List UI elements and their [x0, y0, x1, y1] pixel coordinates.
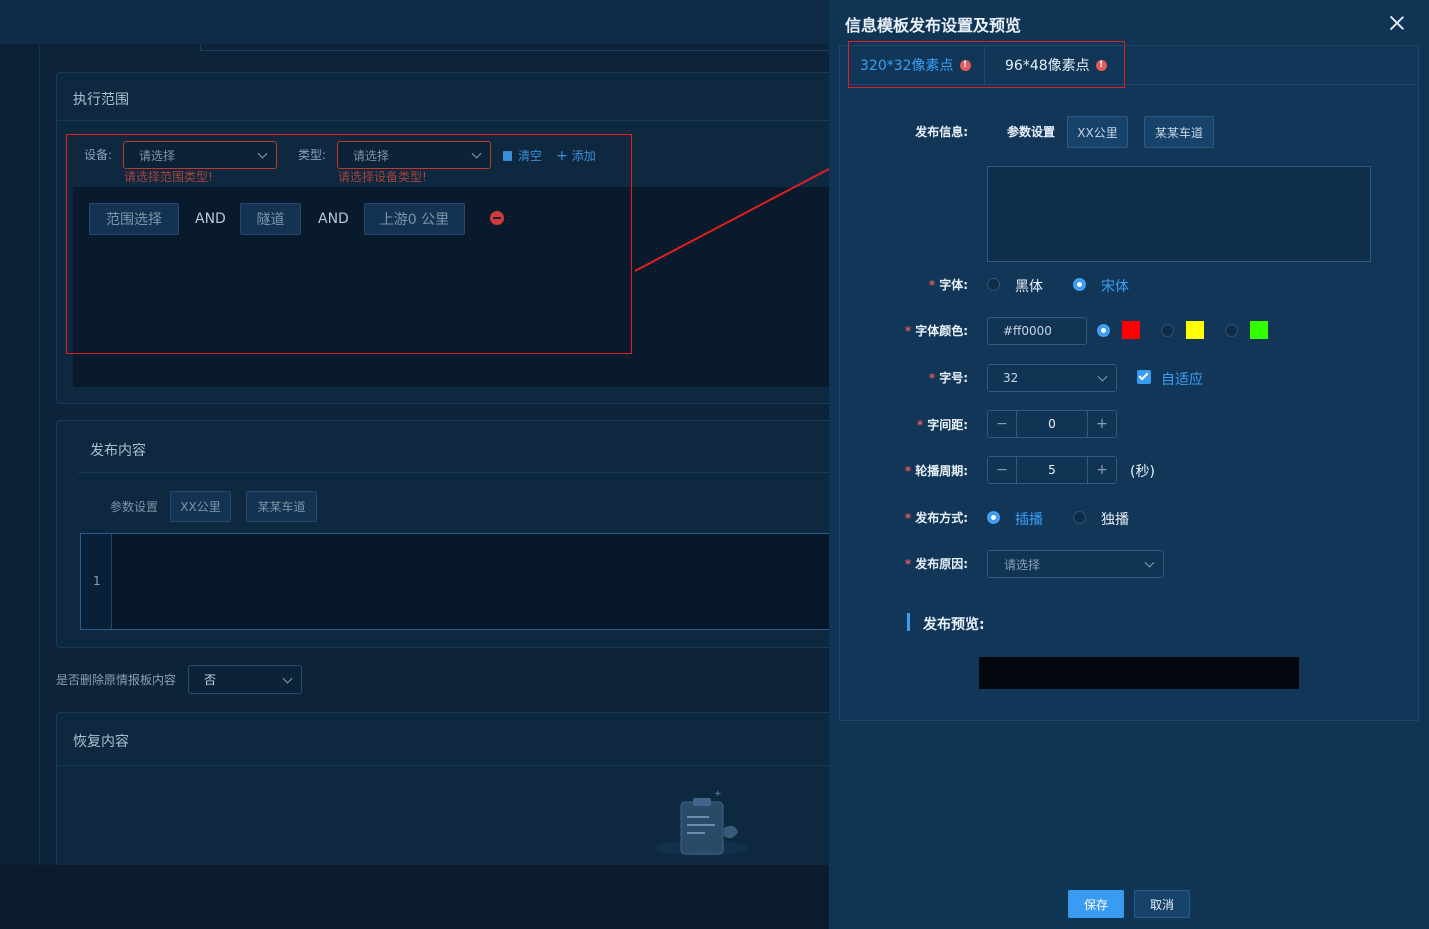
font-size-label: * 字号:: [928, 371, 968, 385]
line-number: 1: [93, 574, 101, 588]
letter-spacing-label: * 字间距:: [916, 418, 968, 432]
publish-reason-select[interactable]: 请选择: [987, 550, 1164, 578]
preview-screen: [979, 657, 1299, 689]
footer: [0, 865, 829, 929]
chevron-down-icon: [1097, 371, 1108, 382]
close-icon[interactable]: [1388, 14, 1406, 32]
divider: [56, 765, 836, 766]
font-color-value: #ff0000: [1003, 324, 1052, 338]
font-option-songti[interactable]: 宋体: [1101, 276, 1129, 296]
letter-spacing-stepper: − 0 +: [987, 410, 1117, 438]
divider: [78, 472, 836, 473]
exec-scope-title: 执行范围: [73, 92, 129, 108]
annotation-box: [848, 41, 1125, 88]
content-editor[interactable]: 1: [80, 533, 836, 630]
carousel-period-stepper: − 5 +: [987, 456, 1117, 484]
font-size-value: 32: [1003, 371, 1019, 385]
publish-mode-radio-insert[interactable]: [987, 511, 1000, 524]
letter-spacing-value[interactable]: 0: [1016, 411, 1088, 437]
section-marker: [907, 613, 910, 631]
empty-data-icon: +: [650, 782, 754, 858]
color-swatch-yellow[interactable]: [1186, 321, 1204, 339]
svg-text:+: +: [714, 789, 722, 799]
param-chip[interactable]: 某某车道: [246, 491, 317, 522]
publish-reason-placeholder: 请选择: [1004, 557, 1041, 572]
param-chip[interactable]: XX公里: [170, 491, 231, 522]
restore-content-title: 恢复内容: [73, 734, 129, 750]
minus-button[interactable]: −: [988, 457, 1016, 483]
publish-info-textarea[interactable]: [987, 166, 1371, 262]
color-radio-yellow[interactable]: [1161, 324, 1174, 337]
chevron-down-icon: [282, 673, 293, 684]
auto-fit-label[interactable]: 自适应: [1161, 369, 1203, 389]
chevron-down-icon: [1144, 557, 1155, 568]
drawer-title: 信息模板发布设置及预览: [845, 16, 1022, 35]
cancel-button[interactable]: 取消: [1134, 890, 1190, 918]
font-color-label: * 字体颜色:: [904, 324, 968, 338]
publish-content-title: 发布内容: [90, 443, 146, 459]
save-button[interactable]: 保存: [1068, 890, 1124, 918]
font-radio-heiti[interactable]: [987, 278, 1000, 291]
font-size-select[interactable]: 32: [987, 364, 1117, 392]
carousel-period-unit: (秒): [1130, 464, 1155, 480]
publish-mode-label: * 发布方式:: [904, 511, 968, 525]
preview-label: 发布预览:: [923, 617, 985, 633]
publish-mode-exclusive[interactable]: 独播: [1101, 509, 1129, 529]
top-bar: [0, 0, 829, 44]
auto-fit-checkbox[interactable]: [1137, 370, 1151, 384]
minus-button[interactable]: −: [988, 411, 1016, 437]
param-chip[interactable]: 某某车道: [1144, 116, 1214, 148]
color-radio-red[interactable]: [1097, 324, 1110, 337]
plus-button[interactable]: +: [1088, 457, 1116, 483]
carousel-period-label: * 轮播周期:: [904, 464, 968, 478]
annotation-box: [66, 134, 632, 354]
carousel-period-value[interactable]: 5: [1016, 457, 1088, 483]
publish-info-label: 发布信息:: [915, 125, 968, 139]
param-chip[interactable]: XX公里: [1067, 116, 1128, 148]
param-label: 参数设置: [1007, 125, 1056, 139]
color-radio-green[interactable]: [1225, 324, 1238, 337]
publish-reason-label: * 发布原因:: [904, 557, 968, 571]
color-swatch-green[interactable]: [1250, 321, 1268, 339]
font-color-input[interactable]: #ff0000: [987, 317, 1087, 345]
color-swatch-red[interactable]: [1122, 321, 1140, 339]
header-divider: [200, 44, 829, 51]
delete-original-value: 否: [204, 673, 217, 687]
font-label: * 字体:: [928, 278, 968, 292]
delete-original-label: 是否删除原情报板内容: [56, 673, 177, 687]
font-option-heiti[interactable]: 黑体: [1015, 276, 1043, 296]
publish-mode-radio-exclusive[interactable]: [1073, 511, 1086, 524]
font-radio-songti[interactable]: [1073, 278, 1086, 291]
delete-original-select[interactable]: 否: [188, 665, 302, 694]
sidebar: [0, 44, 40, 865]
publish-mode-insert[interactable]: 插播: [1015, 509, 1043, 529]
plus-button[interactable]: +: [1088, 411, 1116, 437]
param-label: 参数设置: [110, 500, 159, 514]
